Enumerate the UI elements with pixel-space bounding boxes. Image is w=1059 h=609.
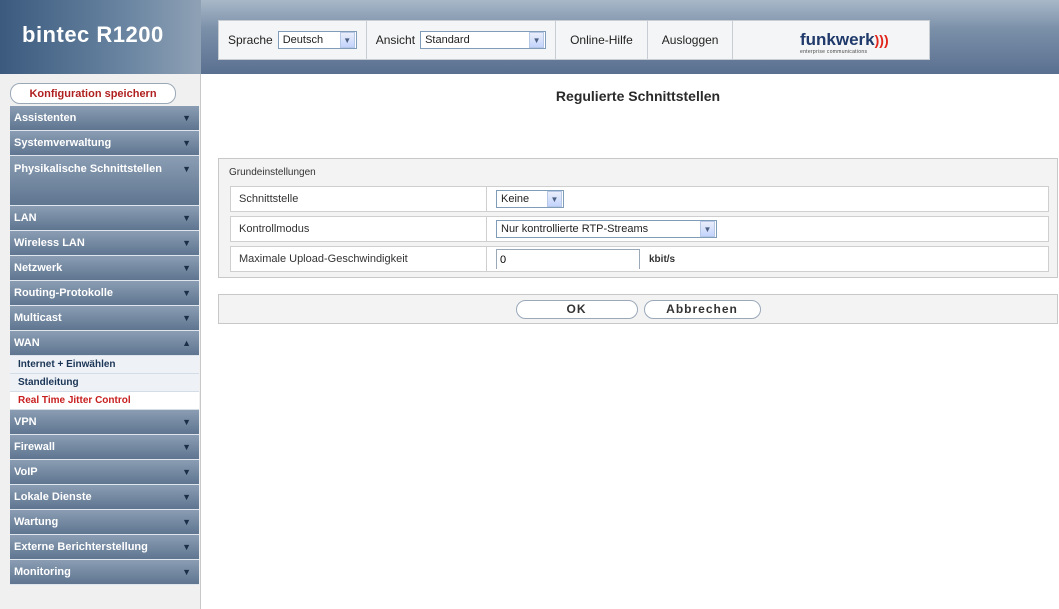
sidebar-item-label: Routing-Protokolle xyxy=(14,287,113,299)
chevron-down-icon: ▼ xyxy=(182,417,191,427)
form-row-max-upload: Maximale Upload-Geschwindigkeit kbit/s xyxy=(230,246,1049,272)
chevron-down-icon: ▼ xyxy=(182,238,191,248)
interface-select[interactable]: Keine ▼ xyxy=(496,190,564,208)
chevron-down-icon: ▼ xyxy=(182,567,191,577)
max-upload-unit: kbit/s xyxy=(649,253,676,265)
sidebar-item-label: Externe Berichterstellung xyxy=(14,541,148,553)
sidebar-item-externe-berichterstellung[interactable]: Externe Berichterstellung ▼ xyxy=(10,535,199,560)
sidebar-item-lan[interactable]: LAN ▼ xyxy=(10,206,199,231)
interface-select-value: Keine xyxy=(501,193,530,205)
brand-area: bintec R1200 xyxy=(0,0,201,74)
sidebar-subitem-internet-einwaehlen[interactable]: Internet + Einwählen xyxy=(10,356,199,374)
sidebar-subitem-real-time-jitter-control[interactable]: Real Time Jitter Control xyxy=(10,392,199,410)
sidebar-item-multicast[interactable]: Multicast ▼ xyxy=(10,306,199,331)
help-link[interactable]: Online-Hilfe xyxy=(556,21,648,59)
chevron-down-icon: ▼ xyxy=(182,164,191,174)
sidebar-item-wan[interactable]: WAN ▲ xyxy=(10,331,199,356)
sidebar-item-wartung[interactable]: Wartung ▼ xyxy=(10,510,199,535)
sidebar-item-netzwerk[interactable]: Netzwerk ▼ xyxy=(10,256,199,281)
sidebar-item-label: Monitoring xyxy=(14,566,71,578)
sidebar-item-label: Firewall xyxy=(14,441,55,453)
chevron-down-icon: ▼ xyxy=(182,213,191,223)
logo-text: funkwerk xyxy=(800,30,875,49)
sidebar-item-label: WAN xyxy=(14,337,40,349)
sidebar-item-physikalische-schnittstellen[interactable]: Physikalische Schnittstellen ▼ xyxy=(10,156,199,206)
sidebar-item-systemverwaltung[interactable]: Systemverwaltung ▼ xyxy=(10,131,199,156)
chevron-down-icon: ▼ xyxy=(182,288,191,298)
page-title: Regulierte Schnittstellen xyxy=(555,88,721,104)
section-legend: Grundeinstellungen xyxy=(229,167,316,178)
max-upload-label: Maximale Upload-Geschwindigkeit xyxy=(231,247,487,271)
view-label: Ansicht xyxy=(375,33,416,47)
header: bintec R1200 Sprache Deutsch ▼ Ansicht S… xyxy=(0,0,1059,74)
view-segment: Ansicht Standard ▼ xyxy=(367,21,557,59)
sidebar-item-label: Lokale Dienste xyxy=(14,491,92,503)
sidebar-item-label: Netzwerk xyxy=(14,262,63,274)
chevron-down-icon: ▼ xyxy=(182,542,191,552)
control-mode-label: Kontrollmodus xyxy=(231,217,487,241)
sidebar-item-label: Systemverwaltung xyxy=(14,137,112,149)
sidebar-menu: Assistenten ▼ Systemverwaltung ▼ Physikali… xyxy=(10,106,199,585)
chevron-down-icon: ▼ xyxy=(182,138,191,148)
chevron-down-icon: ▼ xyxy=(700,221,715,237)
brand-title: bintec R1200 xyxy=(22,22,164,47)
form-row-control-mode: Kontrollmodus Nur kontrollierte RTP-Stre… xyxy=(230,216,1049,242)
save-configuration-button[interactable]: Konfiguration speichern xyxy=(10,83,176,104)
max-upload-control: kbit/s xyxy=(487,249,1048,269)
logout-link[interactable]: Ausloggen xyxy=(648,21,734,59)
sidebar-item-monitoring[interactable]: Monitoring ▼ xyxy=(10,560,199,585)
chevron-down-icon: ▼ xyxy=(547,191,562,207)
view-select-value: Standard xyxy=(425,34,470,46)
wan-submenu: Internet + Einwählen Standleitung Real T… xyxy=(10,356,199,410)
wan-submenu-container: Internet + Einwählen Standleitung Real T… xyxy=(10,356,199,410)
chevron-down-icon: ▼ xyxy=(182,113,191,123)
language-segment: Sprache Deutsch ▼ xyxy=(219,21,367,59)
chevron-down-icon: ▼ xyxy=(182,492,191,502)
sidebar-item-label: VoIP xyxy=(14,466,38,478)
chevron-down-icon: ▼ xyxy=(182,467,191,477)
view-select[interactable]: Standard ▼ xyxy=(420,31,547,49)
sidebar-item-wireless-lan[interactable]: Wireless LAN ▼ xyxy=(10,231,199,256)
sidebar-item-label: Physikalische Schnittstellen xyxy=(14,163,162,175)
ok-button[interactable]: OK xyxy=(515,299,638,319)
sidebar-item-label: Assistenten xyxy=(14,112,77,124)
max-upload-input[interactable] xyxy=(496,249,640,269)
control-mode-control: Nur kontrollierte RTP-Streams ▼ xyxy=(487,220,1048,238)
chevron-down-icon: ▼ xyxy=(182,442,191,452)
cancel-button[interactable]: Abbrechen xyxy=(643,299,761,319)
chevron-down-icon: ▼ xyxy=(182,263,191,273)
sidebar-item-voip[interactable]: VoIP ▼ xyxy=(10,460,199,485)
sidebar-item-lokale-dienste[interactable]: Lokale Dienste ▼ xyxy=(10,485,199,510)
settings-panel: Grundeinstellungen Schnittstelle Keine ▼… xyxy=(218,158,1058,278)
sidebar-item-label: Multicast xyxy=(14,312,62,324)
form-row-interface: Schnittstelle Keine ▼ xyxy=(230,186,1049,212)
button-bar: OK Abbrechen xyxy=(218,294,1058,324)
logo-subtitle: enterprise communications xyxy=(800,49,868,55)
language-label: Sprache xyxy=(228,33,273,47)
language-select[interactable]: Deutsch ▼ xyxy=(277,31,357,49)
chevron-down-icon: ▼ xyxy=(339,32,355,48)
interface-control: Keine ▼ xyxy=(487,190,1048,208)
sidebar: Konfiguration speichern Assistenten ▼ Sys… xyxy=(0,74,201,609)
sidebar-item-routing-protokolle[interactable]: Routing-Protokolle ▼ xyxy=(10,281,199,306)
sidebar-item-firewall[interactable]: Firewall ▼ xyxy=(10,435,199,460)
interface-label: Schnittstelle xyxy=(231,187,487,211)
sidebar-item-label: LAN xyxy=(14,212,37,224)
chevron-down-icon: ▼ xyxy=(182,313,191,323)
chevron-up-icon: ▲ xyxy=(182,338,191,348)
control-mode-select[interactable]: Nur kontrollierte RTP-Streams ▼ xyxy=(496,220,717,238)
language-select-value: Deutsch xyxy=(282,34,324,46)
sidebar-item-label: Wireless LAN xyxy=(14,237,85,249)
chevron-down-icon: ▼ xyxy=(182,517,191,527)
sidebar-item-vpn[interactable]: VPN ▼ xyxy=(10,410,199,435)
sidebar-item-label: Wartung xyxy=(14,516,59,528)
funkwerk-logo: funkwerk))) enterprise communications xyxy=(800,30,889,55)
sidebar-subitem-standleitung[interactable]: Standleitung xyxy=(10,374,199,392)
sidebar-item-label: VPN xyxy=(14,416,37,428)
sidebar-item-assistenten[interactable]: Assistenten ▼ xyxy=(10,106,199,131)
signal-waves-icon: ))) xyxy=(874,32,889,48)
control-mode-select-value: Nur kontrollierte RTP-Streams xyxy=(501,223,649,235)
chevron-down-icon: ▼ xyxy=(529,32,545,48)
